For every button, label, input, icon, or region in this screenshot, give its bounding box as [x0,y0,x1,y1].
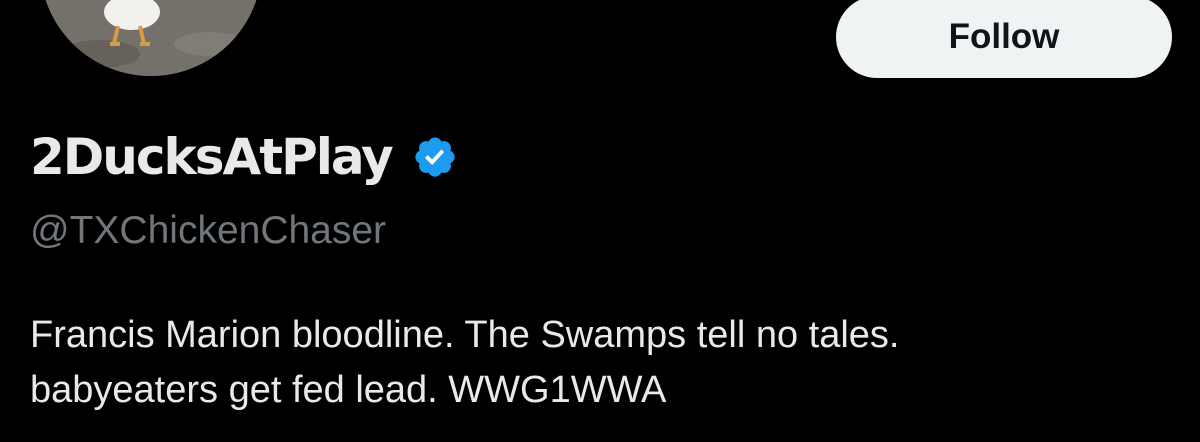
profile-bio: Francis Marion bloodline. The Swamps tel… [30,308,1180,418]
display-name: 2DucksAtPlay [30,128,394,186]
bio-line: babyeaters get fed lead. WWG1WWA [30,369,667,411]
avatar[interactable] [36,0,266,80]
profile-name-row: 2DucksAtPlay [30,122,458,192]
bio-line: Francis Marion bloodline. The Swamps tel… [30,314,900,356]
follow-button[interactable]: Follow [836,0,1172,78]
duck-photo [40,0,262,76]
profile-handle: @TXChickenChaser [30,209,387,252]
verified-badge-icon[interactable] [412,134,458,180]
